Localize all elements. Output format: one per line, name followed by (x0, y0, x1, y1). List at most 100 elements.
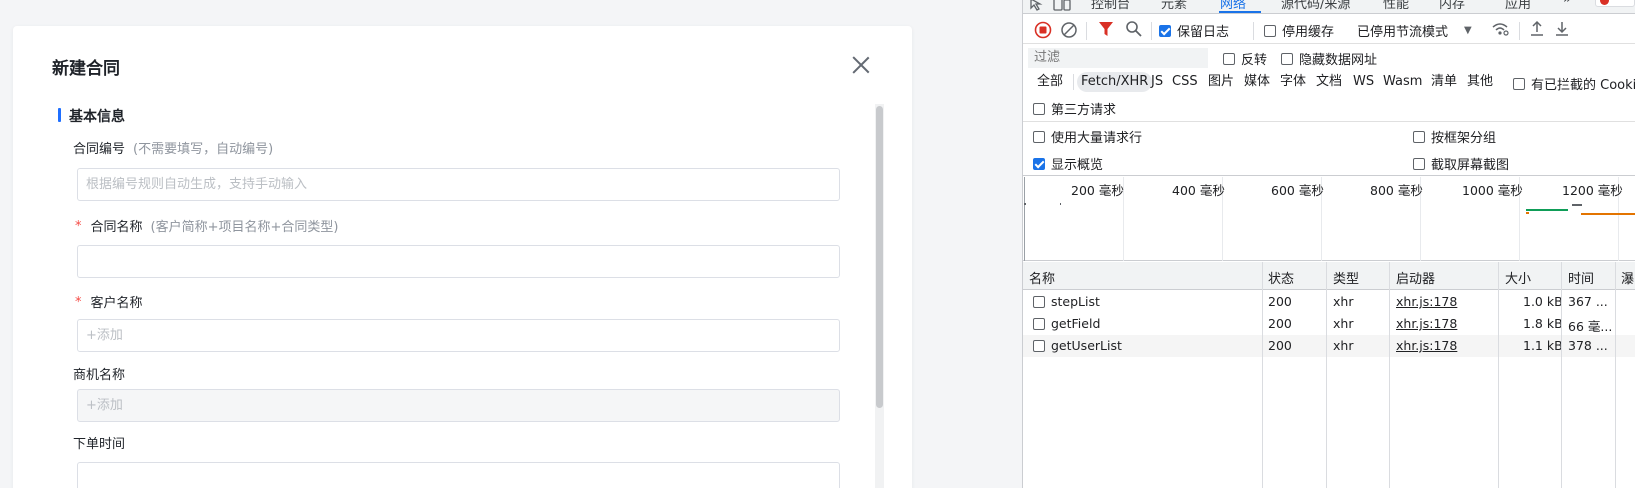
device-toolbar-icon[interactable] (1053, 0, 1071, 11)
devtools-tab-strip: 控制台 元素 网络 源代码/来源 性能 内存 应用 » (1023, 0, 1635, 14)
invert-label: 反转 (1241, 53, 1268, 68)
clear-icon[interactable] (1060, 21, 1078, 39)
timeline-label: 400 毫秒 (1172, 183, 1225, 198)
request-time: 66 毫... (1568, 319, 1613, 334)
request-checkbox-icon[interactable] (1033, 295, 1045, 308)
tab-sources[interactable]: 源代码/来源 (1281, 0, 1350, 12)
field-hint: (不需要填写，自动编号) (133, 142, 274, 157)
error-badge[interactable] (1595, 0, 1635, 7)
column-divider[interactable] (1326, 262, 1327, 488)
error-icon (1600, 0, 1609, 5)
export-har-icon[interactable] (1554, 20, 1570, 37)
blocked-cookies-checkbox[interactable]: 有已拦截的 Cookie (1513, 74, 1635, 93)
third-party-label: 第三方请求 (1051, 103, 1117, 118)
checkbox-icon (1413, 157, 1425, 170)
type-filter-manifest[interactable]: 清单 (1427, 72, 1461, 92)
inspect-element-icon[interactable] (1029, 0, 1043, 11)
close-icon[interactable] (850, 54, 872, 76)
stop-recording-icon[interactable] (1034, 21, 1052, 39)
show-overview-checkbox[interactable]: 显示概览 (1033, 154, 1103, 173)
timeline-gridline (1024, 177, 1025, 261)
column-divider[interactable] (1498, 262, 1499, 488)
timeline-label: 200 毫秒 (1071, 183, 1124, 198)
column-header-initiator[interactable]: 启动器 (1396, 268, 1435, 287)
type-filter-font[interactable]: 字体 (1276, 72, 1310, 92)
type-filter-wasm[interactable]: Wasm (1379, 72, 1426, 92)
column-divider[interactable] (1262, 262, 1263, 488)
filter-input[interactable] (1028, 48, 1208, 68)
request-name-text: getField (1051, 316, 1101, 331)
column-header-name[interactable]: 名称 (1029, 268, 1055, 287)
column-divider[interactable] (1561, 262, 1562, 488)
waterfall-bar (1526, 209, 1566, 211)
checkbox-icon (1413, 130, 1425, 143)
search-icon[interactable] (1125, 20, 1143, 38)
table-row[interactable]: getField 200 xhr xhr.js:178 1.8 kB 66 毫.… (1023, 313, 1635, 335)
request-initiator-link[interactable]: xhr.js:178 (1396, 316, 1457, 331)
request-name: getField (1033, 316, 1100, 331)
tab-performance[interactable]: 性能 (1383, 0, 1409, 12)
filter-icon[interactable] (1098, 21, 1114, 38)
request-checkbox-icon[interactable] (1033, 339, 1045, 352)
import-har-icon[interactable] (1529, 20, 1545, 37)
large-rows-checkbox[interactable]: 使用大量请求行 (1033, 127, 1142, 146)
tab-console[interactable]: 控制台 (1091, 0, 1130, 12)
column-divider[interactable] (1615, 262, 1616, 488)
network-conditions-icon[interactable] (1491, 21, 1509, 37)
active-tab-indicator (1219, 11, 1261, 13)
disable-cache-label: 停用缓存 (1282, 25, 1335, 40)
tab-memory[interactable]: 内存 (1439, 0, 1465, 12)
more-tabs-icon[interactable]: » (1563, 0, 1572, 7)
contract-name-input[interactable] (77, 245, 840, 278)
column-divider[interactable] (1389, 262, 1390, 488)
checkbox-icon (1281, 52, 1293, 65)
type-filter-fetch-xhr[interactable]: Fetch/XHR (1077, 72, 1153, 92)
type-filter-css[interactable]: CSS (1168, 72, 1202, 92)
table-row[interactable]: getUserList 200 xhr xhr.js:178 1.1 kB 37… (1023, 335, 1635, 357)
section-marker (58, 108, 61, 122)
type-filter-all[interactable]: 全部 (1033, 72, 1067, 92)
timeline-label: 1200 毫秒 (1562, 183, 1623, 198)
request-initiator-link[interactable]: xhr.js:178 (1396, 338, 1457, 353)
request-checkbox-icon[interactable] (1033, 317, 1045, 330)
type-filter-ws[interactable]: WS (1349, 72, 1378, 92)
type-filter-media[interactable]: 媒体 (1240, 72, 1274, 92)
column-header-waterfall[interactable]: 瀑 (1621, 268, 1634, 287)
field-label-contract-no: 合同编号 (不需要填写，自动编号) (73, 138, 273, 157)
column-header-time[interactable]: 时间 (1568, 268, 1594, 287)
preserve-log-checkbox[interactable]: 保留日志 (1159, 21, 1229, 40)
type-filter-doc[interactable]: 文档 (1312, 72, 1346, 92)
type-filter-js[interactable]: JS (1147, 72, 1167, 92)
column-header-size[interactable]: 大小 (1505, 268, 1531, 287)
invert-checkbox[interactable]: 反转 (1223, 49, 1267, 68)
throttling-select[interactable]: 已停用节流模式 ▼ (1357, 21, 1472, 40)
tab-application[interactable]: 应用 (1505, 0, 1531, 12)
type-filter-other[interactable]: 其他 (1463, 72, 1497, 92)
customer-name-input[interactable] (77, 319, 840, 352)
request-status: 200 (1268, 316, 1292, 331)
table-row[interactable]: stepList 200 xhr xhr.js:178 1.0 kB 367 .… (1023, 291, 1635, 313)
field-label-text: 合同名称 (90, 220, 143, 235)
overview-timeline[interactable]: 200 毫秒 400 毫秒 600 毫秒 800 毫秒 1000 毫秒 1200… (1023, 177, 1635, 261)
disable-cache-checkbox[interactable]: 停用缓存 (1264, 21, 1334, 40)
dialog-scrollbar-thumb[interactable] (876, 106, 883, 408)
contract-no-input[interactable] (77, 168, 840, 201)
third-party-checkbox[interactable]: 第三方请求 (1033, 99, 1116, 118)
required-mark: * (75, 295, 82, 310)
tab-elements[interactable]: 元素 (1161, 0, 1187, 12)
column-header-status[interactable]: 状态 (1268, 268, 1294, 287)
order-time-input[interactable] (77, 462, 840, 488)
toolbar-divider (1086, 22, 1087, 40)
type-filter-img[interactable]: 图片 (1204, 72, 1238, 92)
waterfall-bar (1572, 204, 1582, 206)
capture-screenshots-checkbox[interactable]: 截取屏幕截图 (1413, 154, 1509, 173)
field-label-text: 商机名称 (73, 368, 126, 383)
request-initiator-link[interactable]: xhr.js:178 (1396, 294, 1457, 309)
group-by-frame-checkbox[interactable]: 按框架分组 (1413, 127, 1496, 146)
hide-data-urls-checkbox[interactable]: 隐藏数据网址 (1281, 49, 1377, 68)
toolbar-divider (1519, 22, 1520, 40)
request-status: 200 (1268, 338, 1292, 353)
column-header-type[interactable]: 类型 (1333, 268, 1359, 287)
waterfall-bar (1581, 213, 1635, 215)
field-label-contract-name: * 合同名称 (客户简称+项目名称+合同类型) (75, 216, 338, 235)
